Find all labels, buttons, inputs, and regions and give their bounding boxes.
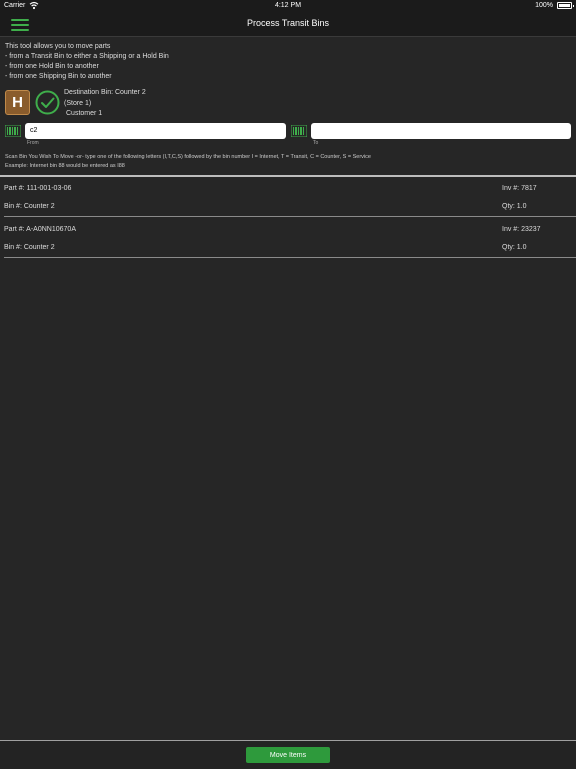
battery-icon	[557, 2, 574, 9]
part-number: Part #: 111-001-03-06	[4, 185, 72, 192]
bin-number: Bin #: Counter 2	[4, 203, 55, 210]
intro-line: - from a Transit Bin to either a Shippin…	[5, 53, 169, 60]
to-label: To	[313, 140, 319, 146]
page-title: Process Transit Bins	[246, 18, 330, 28]
battery-percent: 100%	[535, 2, 553, 9]
quantity: Qty: 1.0	[502, 203, 527, 210]
status-bar: Carrier 4:12 PM 100%	[0, 0, 576, 13]
intro-text: This tool allows you to move parts - fro…	[5, 42, 169, 82]
list-item[interactable]: Part #: 111-001-03-06 Bin #: Counter 2 I…	[0, 176, 576, 217]
hold-bin-icon: H	[5, 90, 30, 115]
clock: 4:12 PM	[274, 2, 302, 9]
destination-customer: Customer 1	[66, 110, 103, 117]
navigation-bar: Process Transit Bins	[0, 13, 576, 37]
row-divider	[4, 257, 576, 258]
intro-line: - from one Hold Bin to another	[5, 63, 99, 70]
destination-store: (Store 1)	[64, 99, 92, 107]
instruction-line: Scan Bin You Wish To Move -or- type one …	[5, 154, 371, 160]
move-items-button[interactable]: Move Items	[246, 747, 330, 763]
barcode-scan-icon[interactable]	[291, 125, 307, 137]
part-number: Part #: A-A0NN10670A	[4, 226, 76, 233]
quantity: Qty: 1.0	[502, 244, 527, 251]
from-label: From	[27, 140, 39, 146]
bin-number: Bin #: Counter 2	[4, 244, 55, 251]
to-bin-input[interactable]	[311, 123, 571, 139]
bottom-toolbar: Move Items	[0, 740, 576, 769]
inventory-number: Inv #: 23237	[502, 226, 541, 233]
from-bin-input[interactable]	[25, 123, 286, 139]
inventory-number: Inv #: 7817	[502, 185, 537, 192]
instruction-line: Example: Internet bin 88 would be entere…	[5, 162, 125, 169]
destination-info: Destination Bin: Counter 2 (Store 1) Cus…	[64, 88, 146, 120]
list-item[interactable]: Part #: A-A0NN10670A Bin #: Counter 2 In…	[0, 217, 576, 258]
check-circle-icon	[35, 90, 60, 115]
intro-line: This tool allows you to move parts	[5, 43, 111, 50]
instructions-text: Scan Bin You Wish To Move -or- type one …	[5, 153, 371, 170]
destination-bin: Destination Bin: Counter 2	[64, 89, 146, 96]
barcode-scan-icon[interactable]	[5, 125, 21, 137]
intro-line: - from one Shipping Bin to another	[5, 73, 112, 80]
